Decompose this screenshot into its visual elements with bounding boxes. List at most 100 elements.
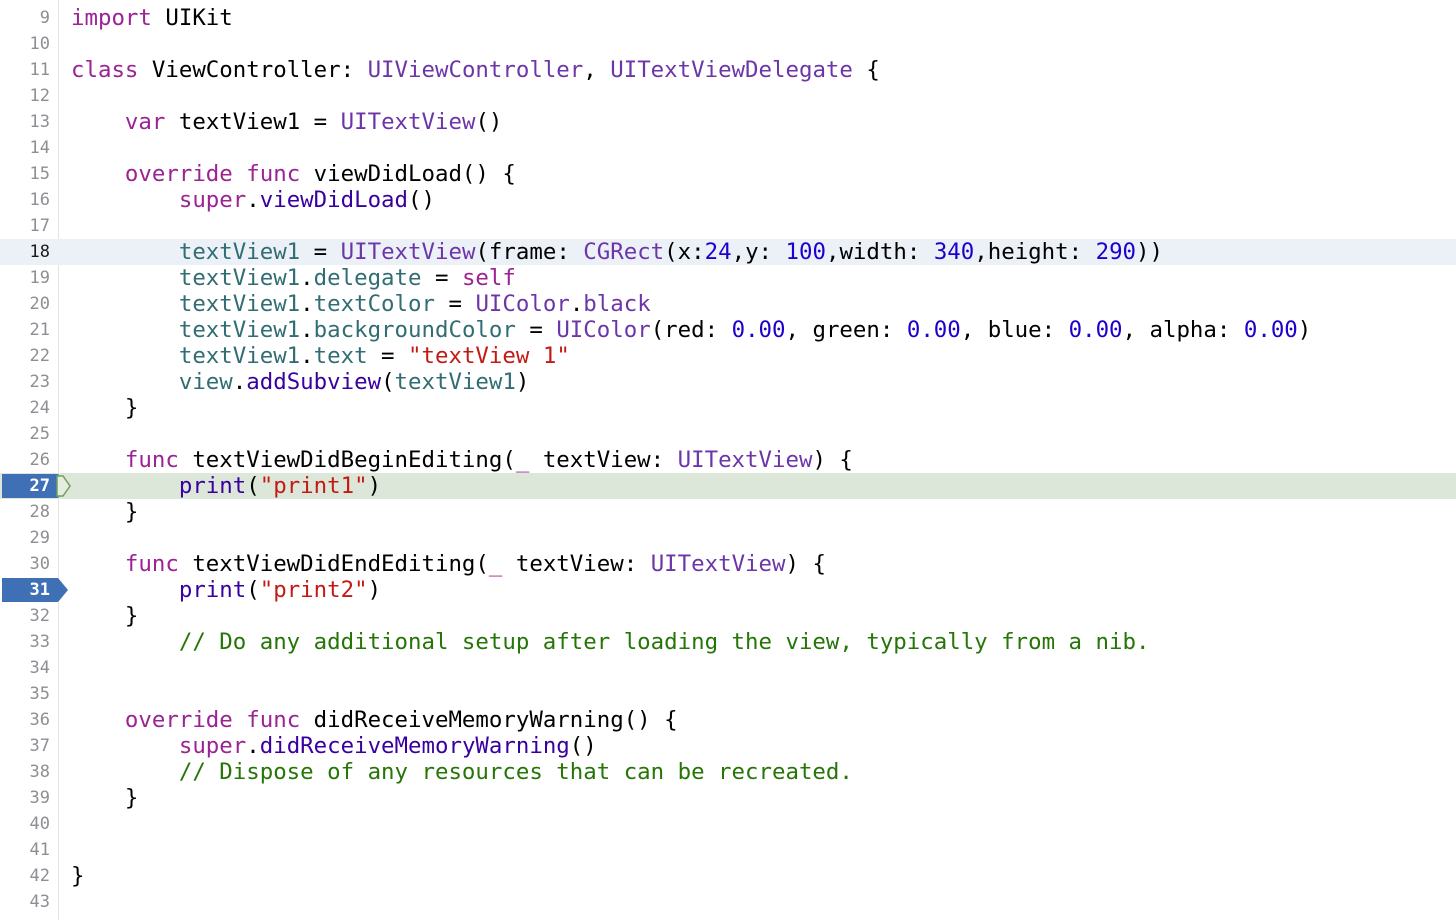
code-text[interactable]: textView1.backgroundColor = UIColor(red:… (71, 317, 1311, 343)
code-token: _ (488, 551, 503, 577)
code-line[interactable]: 13 var textView1 = UITextView() (0, 109, 1456, 135)
code-token: var (124, 109, 166, 135)
code-line[interactable]: 26 func textViewDidBeginEditing(_ textVi… (0, 447, 1456, 473)
code-text[interactable]: class ViewController: UIViewController, … (71, 57, 880, 83)
code-text[interactable]: // Dispose of any resources that can be … (71, 759, 853, 785)
code-line[interactable]: 25 (0, 421, 1456, 447)
code-token: delegate (313, 265, 422, 291)
code-line[interactable]: 22 textView1.text = "textView 1" (0, 343, 1456, 369)
code-line[interactable]: 29 (0, 525, 1456, 551)
line-number: 10 (29, 34, 50, 54)
line-number: 32 (29, 606, 50, 626)
code-token: UITextView (340, 109, 476, 135)
code-token: view (178, 369, 233, 395)
code-text[interactable]: textView1.delegate = self (71, 265, 516, 291)
code-token: ViewController: (138, 57, 368, 83)
line-number: 14 (29, 138, 50, 158)
code-line[interactable]: 16 super.viewDidLoad() (0, 187, 1456, 213)
code-token: CGRect (583, 239, 665, 265)
code-line[interactable]: 21 textView1.backgroundColor = UIColor(r… (0, 317, 1456, 343)
code-text[interactable]: print("print2") (71, 577, 381, 603)
code-token: . (232, 369, 247, 395)
code-text[interactable]: super.didReceiveMemoryWarning() (71, 733, 597, 759)
code-text[interactable]: } (71, 395, 139, 421)
code-line[interactable]: 33 // Do any additional setup after load… (0, 629, 1456, 655)
code-line[interactable]: 42} (0, 863, 1456, 889)
code-token: } (71, 785, 139, 811)
code-token: ) (367, 577, 382, 603)
code-token: textView1 (178, 265, 301, 291)
code-line[interactable]: 28 } (0, 499, 1456, 525)
code-token: func (124, 551, 179, 577)
code-token: textView: (502, 551, 651, 577)
code-line[interactable]: 39 } (0, 785, 1456, 811)
code-token: textView1 = (165, 109, 341, 135)
code-text[interactable]: print("print1") (71, 473, 381, 499)
code-token: didReceiveMemoryWarning (259, 733, 570, 759)
source-editor[interactable]: 9 import UIKit 10 11 class ViewController: U… (0, 0, 1456, 920)
code-text[interactable]: view.addSubview(textView1) (71, 369, 530, 395)
code-line[interactable]: 38 // Dispose of any resources that can … (0, 759, 1456, 785)
code-line[interactable]: 20 textView1.textColor = UIColor.black (0, 291, 1456, 317)
code-line[interactable]: 37 super.didReceiveMemoryWarning() (0, 733, 1456, 759)
code-line[interactable]: 10 (0, 31, 1456, 57)
code-line[interactable]: 35 (0, 681, 1456, 707)
code-line[interactable]: 43 (0, 889, 1456, 915)
code-token: func (246, 707, 301, 733)
code-text[interactable]: override func didReceiveMemoryWarning() … (71, 707, 678, 733)
code-token: textView1 (178, 317, 301, 343)
code-line[interactable]: 34 (0, 655, 1456, 681)
code-line[interactable]: 14 (0, 135, 1456, 161)
code-token: { (852, 57, 880, 83)
code-line[interactable]: 27 print("print1") (0, 473, 1456, 499)
code-token: . (300, 265, 314, 291)
code-text[interactable]: var textView1 = UITextView() (71, 109, 502, 135)
code-text[interactable]: } (71, 863, 84, 889)
code-token: UIKit (151, 5, 233, 31)
code-text[interactable]: } (71, 499, 139, 525)
code-line[interactable]: 40 (0, 811, 1456, 837)
code-token: super (178, 733, 247, 759)
code-line[interactable]: 24 } (0, 395, 1456, 421)
code-line[interactable]: 31 print("print2") (0, 577, 1456, 603)
code-text[interactable]: textView1.textColor = UIColor.black (71, 291, 651, 317)
code-text[interactable]: func textViewDidBeginEditing(_ textView:… (71, 447, 853, 473)
code-text[interactable]: textView1 = UITextView(frame: CGRect(x:2… (71, 239, 1163, 265)
code-text[interactable]: } (71, 603, 139, 629)
code-text[interactable]: import UIKit (71, 5, 233, 31)
code-token: } (71, 499, 139, 525)
code-line[interactable]: 11 class ViewController: UIViewController… (0, 57, 1456, 83)
code-token: ( (381, 369, 395, 395)
code-line[interactable]: 12 (0, 83, 1456, 109)
code-line[interactable]: 18 textView1 = UITextView(frame: CGRect(… (0, 239, 1456, 265)
code-line[interactable]: 41 (0, 837, 1456, 863)
instruction-pointer-icon[interactable] (56, 475, 72, 497)
code-text[interactable]: super.viewDidLoad() (71, 187, 435, 213)
line-number: 18 (29, 242, 50, 262)
code-token: ) { (785, 551, 826, 577)
code-line[interactable]: 17 (0, 213, 1456, 239)
code-token: textView1 (178, 291, 301, 317)
line-number: 12 (29, 86, 50, 106)
code-line[interactable]: 23 view.addSubview(textView1) (0, 369, 1456, 395)
code-text[interactable]: func textViewDidEndEditing(_ textView: U… (71, 551, 826, 577)
code-line[interactable]: 19 textView1.delegate = self (0, 265, 1456, 291)
line-number: 11 (29, 60, 50, 80)
code-text[interactable]: // Do any additional setup after loading… (71, 629, 1150, 655)
code-line[interactable]: 36 override func didReceiveMemoryWarning… (0, 707, 1456, 733)
code-text[interactable]: } (71, 785, 139, 811)
code-token: ,y: (731, 239, 786, 265)
code-line[interactable]: 32 } (0, 603, 1456, 629)
code-line[interactable]: 15 override func viewDidLoad() { (0, 161, 1456, 187)
line-number: 29 (29, 528, 50, 548)
code-text[interactable]: textView1.text = "textView 1" (71, 343, 570, 369)
code-line[interactable]: 9 import UIKit (0, 5, 1456, 31)
code-line[interactable]: 30 func textViewDidEndEditing(_ textView… (0, 551, 1456, 577)
code-text[interactable]: override func viewDidLoad() { (71, 161, 516, 187)
